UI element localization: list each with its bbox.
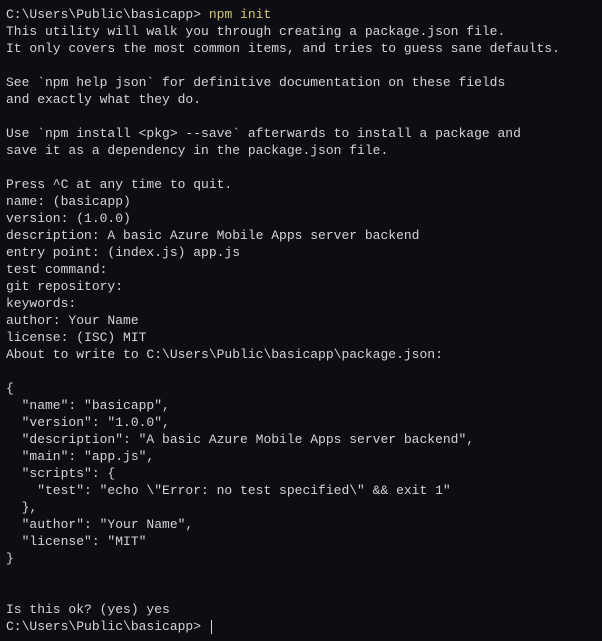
output-line: This utility will walk you through creat… bbox=[6, 23, 596, 40]
prompt-license: license: (ISC) MIT bbox=[6, 329, 596, 346]
blank-line bbox=[6, 584, 596, 601]
json-preview-line: "author": "Your Name", bbox=[6, 516, 596, 533]
output-line: and exactly what they do. bbox=[6, 91, 596, 108]
prompt-test-command: test command: bbox=[6, 261, 596, 278]
terminal-output[interactable]: C:\Users\Public\basicapp> npm init This … bbox=[6, 6, 596, 635]
prompt-version: version: (1.0.0) bbox=[6, 210, 596, 227]
prompt-prefix: C:\Users\Public\basicapp> bbox=[6, 619, 209, 634]
command-line-2[interactable]: C:\Users\Public\basicapp> bbox=[6, 618, 596, 635]
command-line-1: C:\Users\Public\basicapp> npm init bbox=[6, 6, 596, 23]
json-preview-line: { bbox=[6, 380, 596, 397]
output-line: Use `npm install <pkg> --save` afterward… bbox=[6, 125, 596, 142]
prompt-author: author: Your Name bbox=[6, 312, 596, 329]
json-preview-line: "scripts": { bbox=[6, 465, 596, 482]
blank-line bbox=[6, 57, 596, 74]
prompt-git-repository: git repository: bbox=[6, 278, 596, 295]
json-preview-line: "license": "MIT" bbox=[6, 533, 596, 550]
blank-line bbox=[6, 159, 596, 176]
prompt-keywords: keywords: bbox=[6, 295, 596, 312]
blank-line bbox=[6, 108, 596, 125]
json-preview-line: "version": "1.0.0", bbox=[6, 414, 596, 431]
json-preview-line: "main": "app.js", bbox=[6, 448, 596, 465]
output-line: See `npm help json` for definitive docum… bbox=[6, 74, 596, 91]
prompt-description: description: A basic Azure Mobile Apps s… bbox=[6, 227, 596, 244]
prompt-prefix: C:\Users\Public\basicapp> bbox=[6, 7, 209, 22]
blank-line bbox=[6, 567, 596, 584]
prompt-entry-point: entry point: (index.js) app.js bbox=[6, 244, 596, 261]
confirm-line: Is this ok? (yes) yes bbox=[6, 601, 596, 618]
cursor-icon bbox=[211, 620, 212, 634]
output-line: save it as a dependency in the package.j… bbox=[6, 142, 596, 159]
json-preview-line: "description": "A basic Azure Mobile App… bbox=[6, 431, 596, 448]
command-text: npm init bbox=[209, 7, 271, 22]
output-line: Press ^C at any time to quit. bbox=[6, 176, 596, 193]
json-preview-line: "test": "echo \"Error: no test specified… bbox=[6, 482, 596, 499]
prompt-name: name: (basicapp) bbox=[6, 193, 596, 210]
json-preview-line: } bbox=[6, 550, 596, 567]
json-preview-line: }, bbox=[6, 499, 596, 516]
json-preview-line: "name": "basicapp", bbox=[6, 397, 596, 414]
about-to-write: About to write to C:\Users\Public\basica… bbox=[6, 346, 596, 363]
output-line: It only covers the most common items, an… bbox=[6, 40, 596, 57]
blank-line bbox=[6, 363, 596, 380]
